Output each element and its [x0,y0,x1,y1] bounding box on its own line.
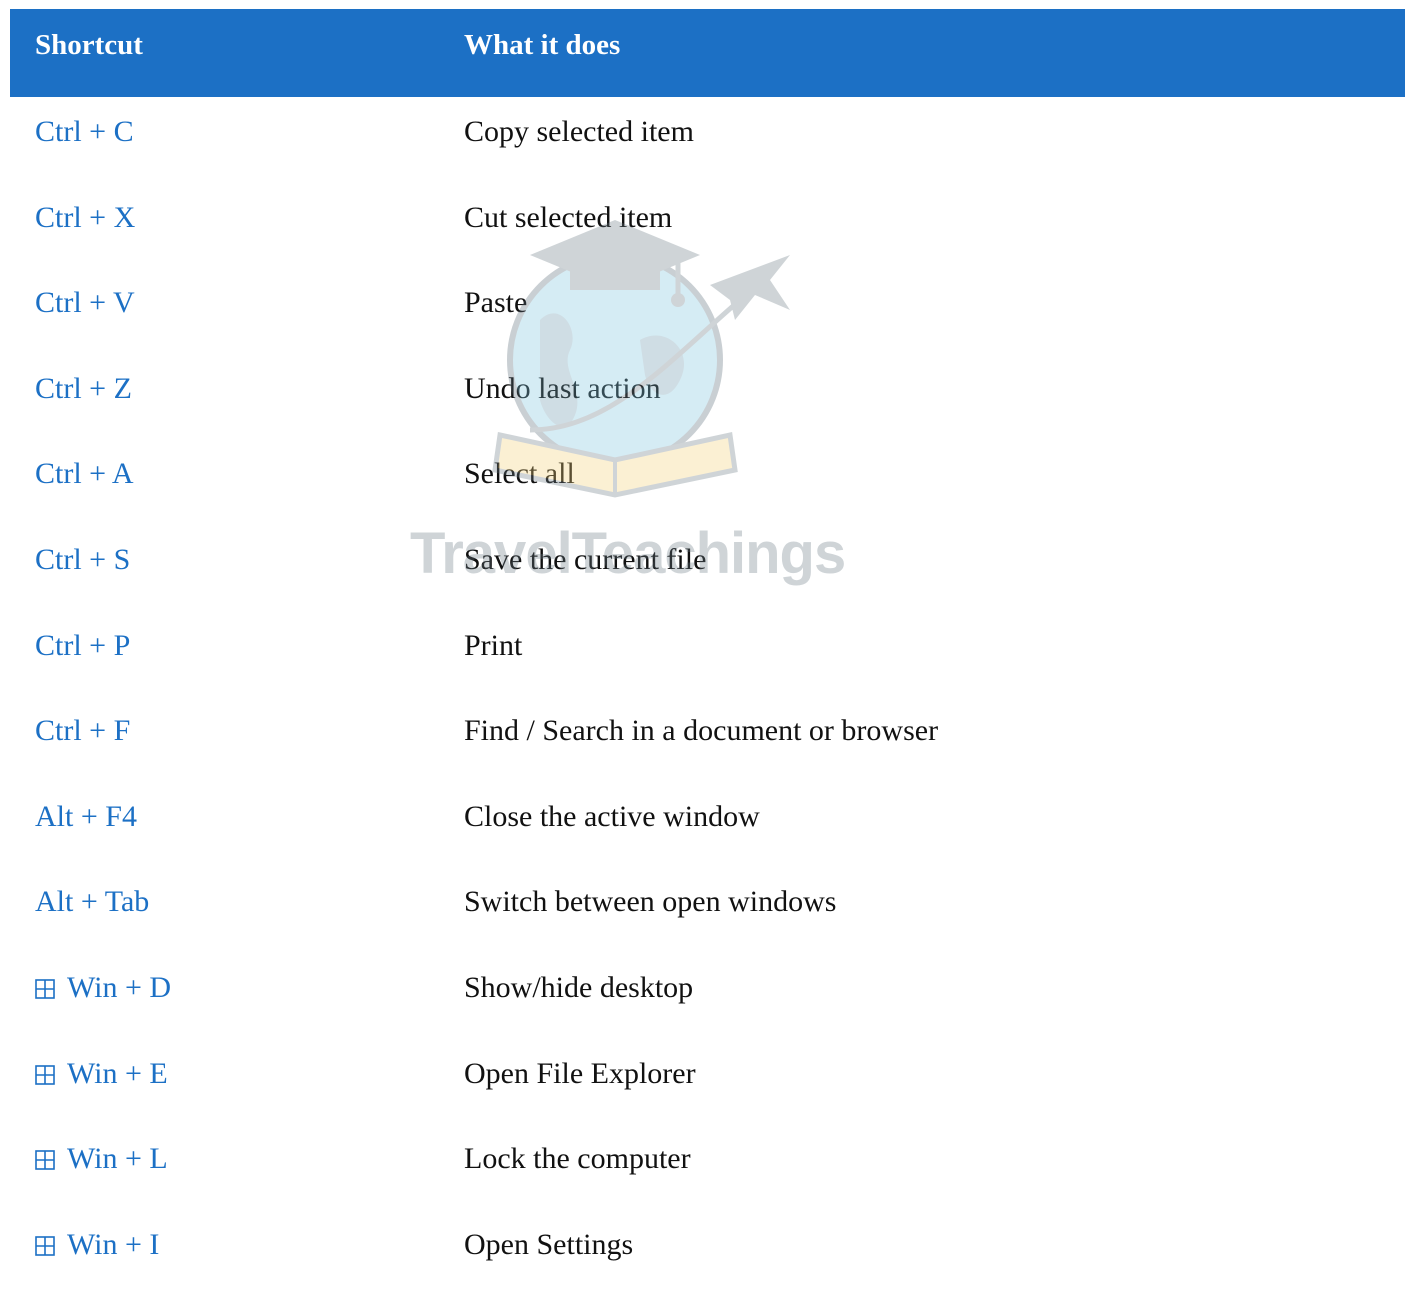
shortcut-cell: Ctrl + A [35,439,134,509]
shortcut-cell: Win + L [35,1124,168,1194]
table-row: Win + E Open File Explorer [10,1039,1405,1125]
description-cell: Close the active window [464,799,760,833]
shortcut-keys: Win + D [67,970,172,1004]
table-row: Ctrl + F Find / Search in a document or b… [10,696,1405,782]
table-row: Ctrl + S Save the current file [10,525,1405,611]
description-cell: Save the current file [464,542,707,576]
shortcut-keys: Ctrl + S [35,542,131,576]
description-cell: Paste [464,286,528,320]
shortcut-keys: Win + E [67,1056,168,1090]
shortcut-cell: Ctrl + P [35,611,130,681]
header-description: What it does [464,29,621,61]
shortcut-keys: Win + I [67,1227,160,1261]
shortcut-keys: Alt + Tab [35,885,150,919]
shortcut-cell: Ctrl + V [35,268,135,338]
shortcut-cell: Ctrl + C [35,97,134,167]
description-cell: Open Settings [464,1227,634,1261]
shortcut-cell: Ctrl + X [35,183,135,253]
table-row: Alt + Tab Switch between open windows [10,867,1405,953]
shortcut-keys: Win + L [67,1142,168,1176]
table-body: Ctrl + C Copy selected item Ctrl + X Cut se… [10,97,1405,1295]
table-row: Win + D Show/hide desktop [10,953,1405,1039]
table-row: Ctrl + P Print [10,611,1405,697]
table-row: Win + I Open Settings [10,1210,1405,1295]
shortcut-keys: Ctrl + P [35,628,131,662]
description-cell: Find / Search in a document or browser [464,714,939,748]
windows-icon [35,1150,55,1170]
shortcut-keys: Ctrl + X [35,200,136,234]
shortcut-cell: Ctrl + Z [35,354,132,424]
shortcut-cell: Win + D [35,953,171,1023]
shortcut-keys: Ctrl + A [35,457,134,491]
description-cell: Cut selected item [464,200,673,234]
shortcut-cell: Alt + F4 [35,782,137,852]
description-cell: Open File Explorer [464,1056,696,1090]
description-cell: Lock the computer [464,1142,691,1176]
description-cell: Switch between open windows [464,885,837,919]
shortcut-keys: Ctrl + F [35,714,131,748]
table-row: Ctrl + X Cut selected item [10,183,1405,269]
table-row: Ctrl + V Paste [10,268,1405,354]
windows-icon [35,1064,55,1085]
table-row: Ctrl + C Copy selected item [10,97,1405,183]
table-row: Ctrl + Z Undo last action [10,354,1405,440]
shortcut-keys: Ctrl + V [35,286,135,320]
table-row: Ctrl + A Select all [10,439,1405,525]
shortcut-cell: Ctrl + F [35,696,130,766]
table-row: Alt + F4 Close the active window [10,782,1405,868]
shortcut-keys: Ctrl + Z [35,371,132,405]
shortcuts-table: Shortcut What it does Ctrl + C Copy selec… [10,9,1405,1295]
shortcut-cell: Win + I [35,1210,159,1280]
windows-icon [35,1235,55,1256]
shortcut-cell: Ctrl + S [35,525,130,595]
shortcut-keys: Ctrl + C [35,115,134,148]
description-cell: Undo last action [464,371,661,405]
description-cell: Show/hide desktop [464,970,694,1004]
shortcut-cell: Alt + Tab [35,867,149,937]
table-row: Win + L Lock the computer [10,1124,1405,1210]
shortcut-keys: Alt + F4 [35,799,137,833]
shortcut-cell: Win + E [35,1039,168,1109]
header-shortcut: Shortcut [35,29,143,61]
description-cell: Select all [464,457,575,491]
windows-icon [35,979,55,999]
description-cell: Copy selected item [464,115,694,148]
description-cell: Print [464,628,523,662]
table-header-row: Shortcut What it does [10,9,1405,97]
